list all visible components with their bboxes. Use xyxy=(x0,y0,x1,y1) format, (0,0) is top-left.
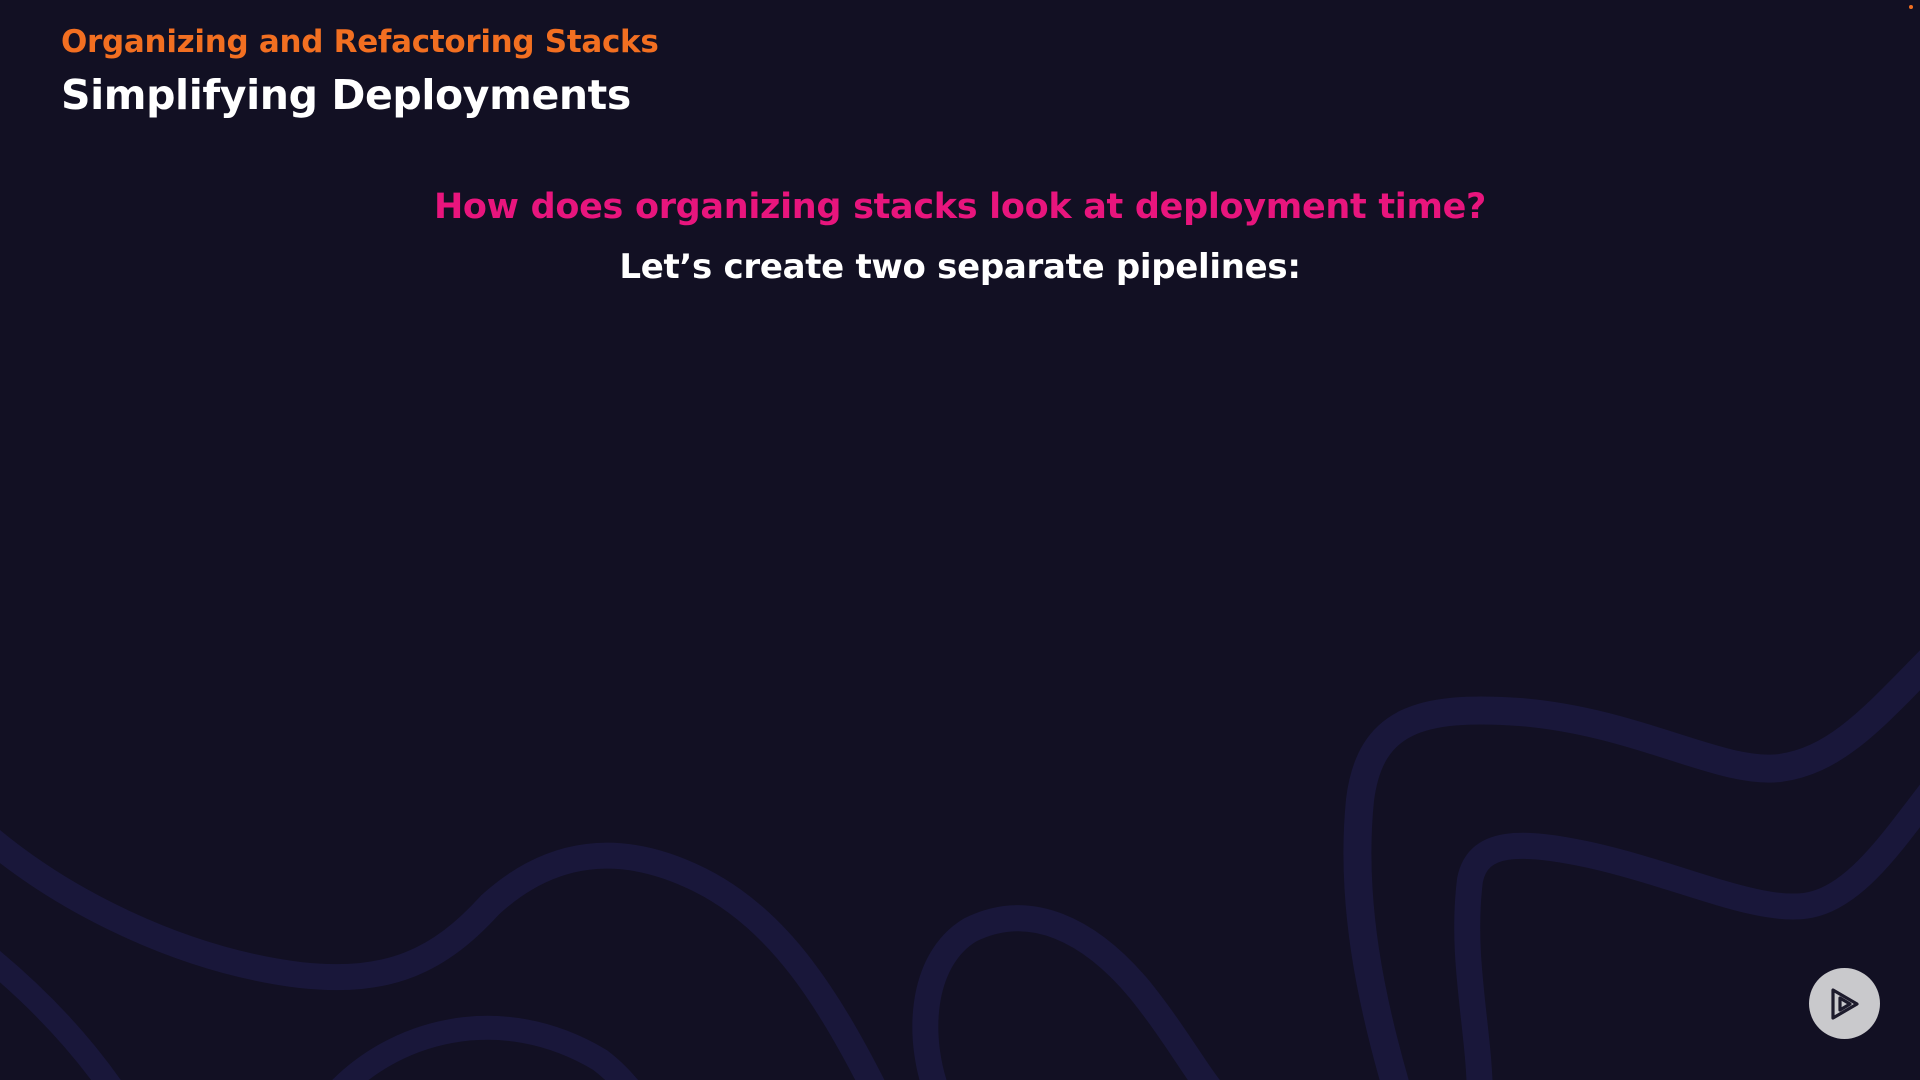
question-text: How does organizing stacks look at deplo… xyxy=(433,187,1487,227)
swirl-line-center-loop xyxy=(912,905,1220,1080)
section-title: Organizing and Refactoring Stacks xyxy=(61,24,659,60)
slide-canvas: Organizing and Refactoring Stacks Simpli… xyxy=(0,0,1920,1080)
background-swirls xyxy=(0,650,1920,1080)
corner-dot-icon xyxy=(1909,5,1913,9)
slide-title: Simplifying Deployments xyxy=(61,71,631,119)
play-logo-icon xyxy=(1830,987,1859,1020)
swirl-line-bottom-arc xyxy=(332,1015,639,1080)
statement-text: Let’s create two separate pipelines: xyxy=(619,247,1301,287)
swirl-line-left-lower xyxy=(0,950,121,1080)
swirl-line-left-upper xyxy=(0,829,885,1080)
play-button[interactable] xyxy=(1809,968,1880,1039)
